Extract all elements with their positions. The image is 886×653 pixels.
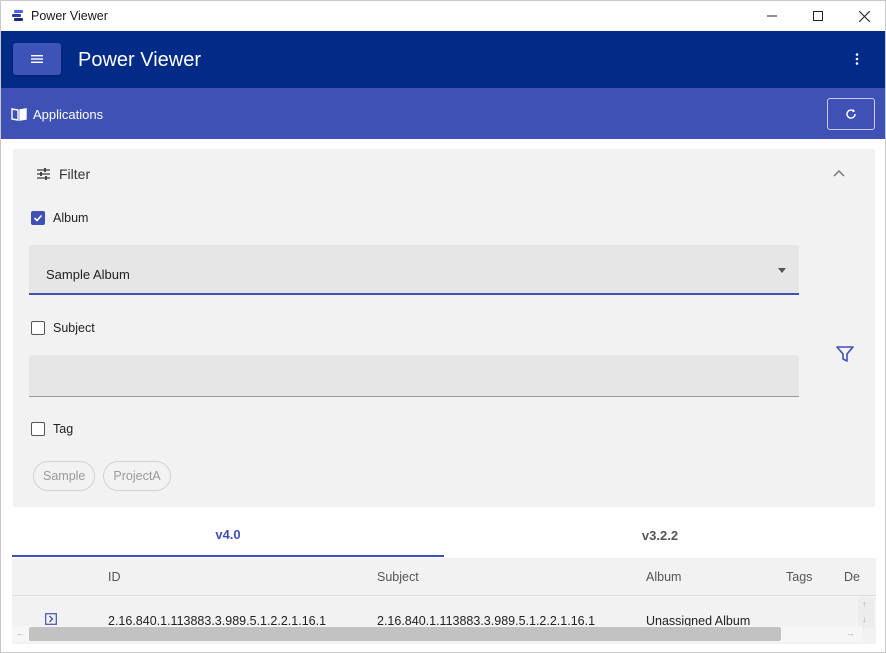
minimize-button[interactable] — [749, 1, 795, 31]
maximize-icon — [813, 11, 823, 21]
dropdown-caret-icon — [778, 268, 786, 273]
close-icon — [858, 10, 870, 22]
minimize-icon — [767, 15, 777, 17]
tag-chip[interactable]: ProjectA — [103, 461, 171, 491]
app-logo-icon — [12, 10, 23, 21]
checkmark-icon — [33, 214, 43, 222]
tab-v4[interactable]: v4.0 — [12, 513, 444, 557]
album-checkbox-row[interactable]: Album — [31, 211, 88, 225]
table-header: ID Subject Album Tags De — [12, 558, 876, 596]
column-header-id[interactable]: ID — [108, 570, 121, 584]
close-button[interactable] — [841, 1, 885, 31]
refresh-button[interactable] — [827, 98, 875, 130]
subject-checkbox[interactable] — [31, 321, 45, 335]
album-select-value: Sample Album — [46, 267, 130, 282]
maximize-button[interactable] — [795, 1, 841, 31]
app-bar: Power Viewer — [1, 31, 885, 88]
applications-table: ID Subject Album Tags De 2.16.840.1.1138… — [12, 558, 876, 644]
subject-label: Subject — [53, 321, 95, 335]
vertical-scrollbar[interactable]: ↑ ↓ — [858, 598, 874, 628]
tag-checkbox-row[interactable]: Tag — [31, 422, 73, 436]
version-tabs: v4.0 v3.2.2 — [12, 513, 876, 557]
album-checkbox[interactable] — [31, 211, 45, 225]
expand-row-icon[interactable] — [45, 613, 57, 625]
window-title: Power Viewer — [31, 9, 108, 23]
tag-checkbox[interactable] — [31, 422, 45, 436]
filter-header[interactable]: Filter — [37, 166, 90, 182]
book-open-icon — [11, 108, 27, 121]
column-header-subject[interactable]: Subject — [377, 570, 419, 584]
filter-panel: Filter Album Sample Album Subject Tag Sa… — [13, 149, 875, 507]
tag-chip[interactable]: Sample — [33, 461, 96, 491]
app-title: Power Viewer — [78, 49, 202, 71]
sliders-icon — [37, 168, 50, 180]
column-header-tags[interactable]: Tags — [786, 570, 812, 584]
app-window: Power Viewer Power Viewer Applications F… — [0, 0, 886, 653]
section-title: Applications — [33, 107, 104, 122]
album-label: Album — [53, 211, 89, 225]
more-vertical-icon — [855, 53, 859, 65]
title-bar: Power Viewer — [1, 1, 885, 31]
scroll-right-icon[interactable]: → — [846, 628, 855, 638]
scroll-left-icon[interactable]: ← — [16, 628, 25, 638]
hamburger-menu-icon — [31, 55, 43, 63]
tag-label: Tag — [53, 422, 74, 436]
filter-label: Filter — [59, 166, 91, 182]
tab-v3[interactable]: v3.2.2 — [444, 513, 876, 557]
section-bar: Applications — [1, 88, 885, 139]
column-header-de[interactable]: De — [844, 570, 860, 584]
album-select[interactable]: Sample Album — [29, 245, 799, 295]
horizontal-scrollbar[interactable]: ← → — [12, 626, 862, 642]
table-row[interactable]: 2.16.840.1.113883.3.989.5.1.2.2.1.16.1 2… — [12, 597, 862, 628]
subject-checkbox-row[interactable]: Subject — [31, 321, 95, 335]
scroll-up-icon[interactable]: ↑ — [862, 599, 867, 609]
subject-input[interactable] — [29, 355, 799, 397]
filter-funnel-icon[interactable] — [835, 344, 855, 364]
scroll-down-icon[interactable]: ↓ — [862, 614, 867, 624]
more-options-button[interactable] — [847, 47, 867, 71]
chevron-up-icon[interactable] — [831, 165, 847, 181]
column-header-album[interactable]: Album — [646, 570, 681, 584]
menu-button[interactable] — [13, 43, 61, 75]
horizontal-scroll-thumb[interactable] — [29, 627, 781, 641]
refresh-icon — [846, 109, 856, 119]
tag-chips: Sample ProjectA — [33, 461, 171, 491]
